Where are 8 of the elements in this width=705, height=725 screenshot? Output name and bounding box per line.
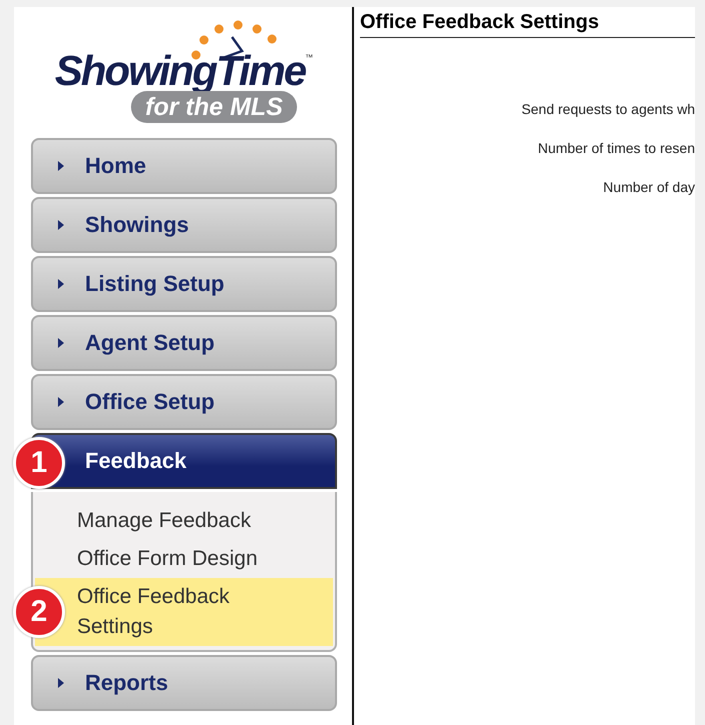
field-label: Number of day (603, 179, 695, 195)
step-callout-tooltip: 1 (13, 436, 65, 488)
trademark-sign: ™ (305, 53, 314, 62)
step-callout-tooltip: 2 (13, 586, 65, 638)
field-label: Send requests to agents wh (521, 101, 695, 117)
field-label: Number of times to resen (538, 140, 695, 156)
logo-tagline: for the MLS (131, 91, 297, 123)
page-title: Office Feedback Settings (360, 7, 695, 38)
